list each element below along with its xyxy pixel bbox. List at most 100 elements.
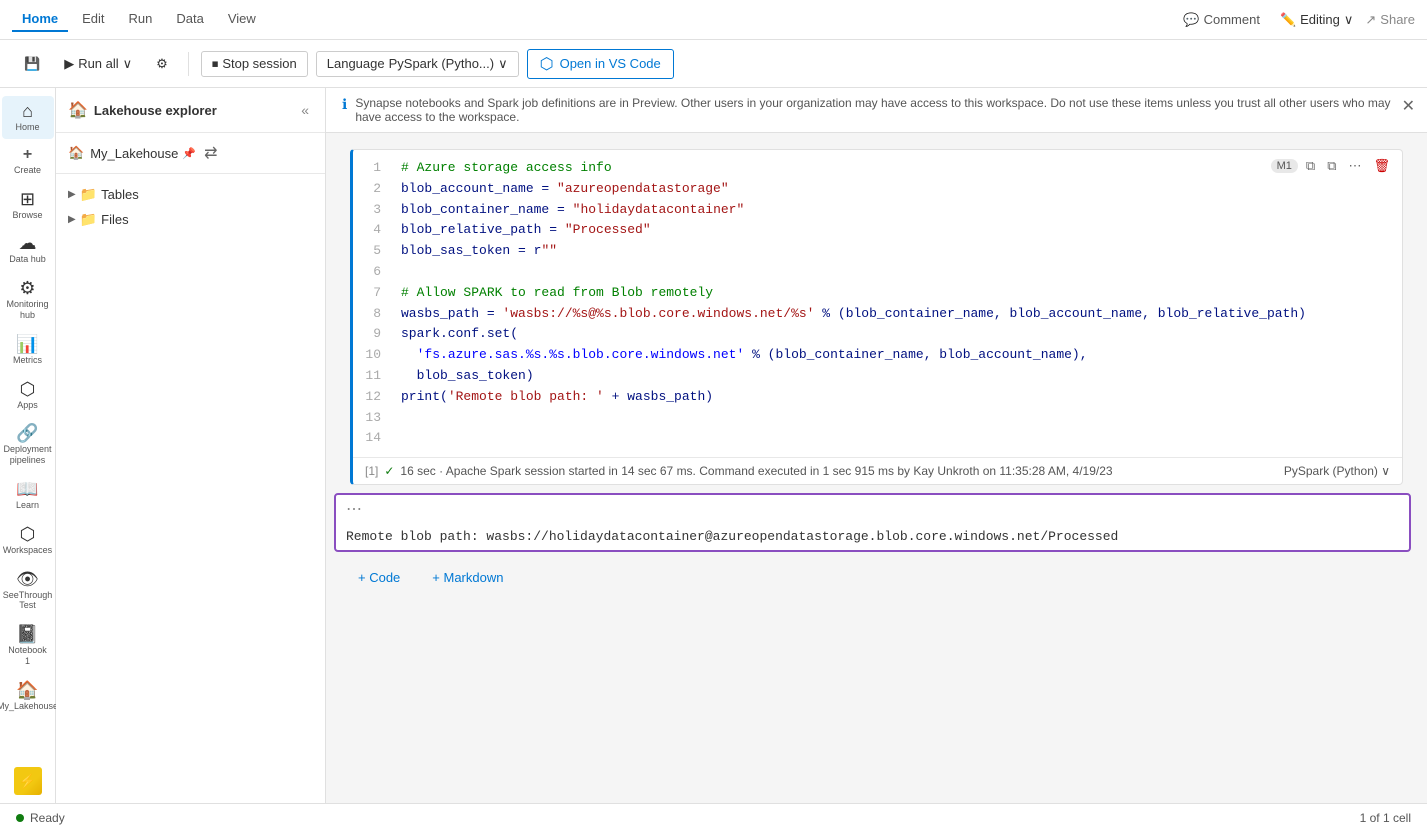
tree-item-files[interactable]: ▶ 📁 Files [56,207,325,232]
add-code-label: + Code [358,570,400,585]
stop-session-label: Stop session [222,56,296,71]
editing-button[interactable]: ✏️ Editing ∨ [1280,12,1353,28]
sidebar-item-monitoring[interactable]: ⚙ Monitoring hub [2,273,54,327]
folder-icon: 📁 [80,186,97,203]
left-panel-header: 🏠 Lakehouse explorer « [56,88,325,133]
output-text: Remote blob path: wasbs://holidaydatacon… [336,523,1409,550]
share-button[interactable]: ↗ Share [1365,12,1415,28]
lakehouse-name: My_Lakehouse 📌 [90,146,196,161]
stop-session-button[interactable]: ⏹ Stop session [201,51,308,77]
chevron-right-icon: ▶ [68,189,76,200]
sidebar-item-browse[interactable]: ⊞ Browse [2,184,54,227]
close-banner-button[interactable]: ✕ [1402,96,1415,116]
left-panel: 🏠 Lakehouse explorer « 🏠 My_Lakehouse 📌 … [56,88,326,803]
tree-label-tables: Tables [101,187,139,202]
sidebar-label-browse: Browse [12,210,42,221]
sidebar-label-notebook: Notebook 1 [6,645,50,667]
add-markdown-label: + Markdown [432,570,503,585]
monitoring-icon: ⚙ [19,279,35,297]
status-left: Ready [16,811,65,825]
metrics-icon: 📊 [16,335,38,353]
add-code-button[interactable]: + Code [350,566,408,589]
settings-button[interactable]: ⚙ [148,52,176,76]
sidebar-label-seethrough: SeeThrough Test [3,590,53,612]
tab-view[interactable]: View [218,7,266,32]
apps-icon: ⬡ [20,380,36,398]
code-line-14 [401,428,1394,449]
exec-lang[interactable]: PySpark (Python) ∨ [1284,464,1390,478]
cell-delete-button[interactable]: 🗑 [1369,156,1394,176]
sidebar-item-deployment[interactable]: 🔗 Deployment pipelines [2,418,54,472]
cell-toolbar: M1 ⧉ ⧉ ⋯ 🗑 [1271,156,1394,176]
top-bar-right: 💬 Comment ✏️ Editing ∨ ↗ Share [1175,9,1415,31]
code-cell-wrapper: ▶ ∨ M1 ⧉ ⧉ ⋯ 🗑 12345 678910 11121 [342,141,1419,489]
exec-number: [1] [365,464,378,478]
browse-icon: ⊞ [20,190,35,208]
sidebar-item-notebook[interactable]: 📓 Notebook 1 [2,619,54,673]
language-value: PySpark (Pytho...) [389,56,494,71]
notebook-area: ℹ Synapse notebooks and Spark job defini… [326,88,1427,803]
tree-item-tables[interactable]: ▶ 📁 Tables [56,182,325,207]
save-button[interactable]: 💾 [16,52,48,76]
workspaces-icon: ⬡ [20,525,36,543]
home-icon: ⌂ [22,102,33,120]
comment-label: Comment [1204,12,1260,27]
refresh-button[interactable]: ⇄ [202,141,219,165]
cell-split-button[interactable]: ⧉ [1302,156,1319,176]
cell-more-button[interactable]: ⋯ [1344,156,1365,176]
code-cell: M1 ⧉ ⧉ ⋯ 🗑 12345 678910 11121314 # Azure… [350,149,1403,485]
output-cell: ⋯ Remote blob path: wasbs://holidaydatac… [334,493,1411,552]
code-line-7: # Allow SPARK to read from Blob remotely [401,283,1394,304]
cell-copy-button[interactable]: ⧉ [1323,156,1340,176]
check-icon: ✓ [384,464,394,478]
sidebar-item-datahub[interactable]: ☁ Data hub [2,228,54,271]
learn-icon: 📖 [16,480,38,498]
output-more-button[interactable]: ⋯ [346,499,362,519]
collapse-panel-button[interactable]: « [297,98,313,122]
sidebar-item-create[interactable]: + Create [2,141,54,182]
top-bar-tabs: Home Edit Run Data View [12,7,266,32]
sidebar-item-seethrough[interactable]: 👁 SeeThrough Test [2,564,54,618]
code-line-9: spark.conf.set( [401,324,1394,345]
code-line-6 [401,262,1394,283]
lakehouse-selector: 🏠 My_Lakehouse 📌 ⇄ [56,133,325,174]
exec-detail: 16 sec · Apache Spark session started in… [400,464,1112,478]
tree-label-files: Files [101,212,128,227]
chevron-right-icon: ▶ [68,214,76,225]
play-icon: ▶ [64,56,74,72]
tab-run[interactable]: Run [119,7,163,32]
sidebar-item-metrics[interactable]: 📊 Metrics [2,329,54,372]
chevron-down-icon: ∨ [498,56,508,72]
tab-data[interactable]: Data [166,7,213,32]
run-all-button[interactable]: ▶ Run all ∨ [56,52,140,76]
add-markdown-button[interactable]: + Markdown [424,566,511,589]
sidebar-item-mylakehouse[interactable]: 🏠 My_Lakehouse [2,675,54,718]
open-vscode-button[interactable]: ⬡ Open in VS Code [527,49,674,79]
deployment-icon: 🔗 [16,424,38,442]
notebook-icon: 📓 [16,625,38,643]
code-line-8: wasbs_path = 'wasbs://%s@%s.blob.core.wi… [401,304,1394,325]
pin-icon: 📌 [182,147,196,160]
sidebar-item-apps[interactable]: ⬡ Apps [2,374,54,417]
share-icon: ↗ [1365,12,1376,28]
info-banner: ℹ Synapse notebooks and Spark job defini… [326,88,1427,133]
code-line-3: blob_container_name = "holidaydatacontai… [401,200,1394,221]
code-content[interactable]: # Azure storage access info blob_account… [393,158,1402,449]
sidebar-item-workspaces[interactable]: ⬡ Workspaces [2,519,54,562]
code-line-1: # Azure storage access info [401,158,1394,179]
tab-home[interactable]: Home [12,7,68,32]
line-numbers: 12345 678910 11121314 [353,158,393,449]
tree-area: ▶ 📁 Tables ▶ 📁 Files [56,174,325,803]
comment-button[interactable]: 💬 Comment [1175,9,1268,31]
sidebar-bottom: ⚡ [14,767,42,803]
gear-icon: ⚙ [156,56,168,72]
sidebar-item-home[interactable]: ⌂ Home [2,96,54,139]
tab-edit[interactable]: Edit [72,7,114,32]
info-banner-text: Synapse notebooks and Spark job definiti… [355,96,1411,124]
sidebar: ⌂ Home + Create ⊞ Browse ☁ Data hub ⚙ Mo… [0,88,56,803]
create-icon: + [23,147,32,163]
sidebar-item-learn[interactable]: 📖 Learn [2,474,54,517]
left-panel-actions: « [297,98,313,122]
exec-status: [1] ✓ 16 sec · Apache Spark session star… [365,464,1113,478]
language-selector[interactable]: Language PySpark (Pytho...) ∨ [316,51,519,77]
